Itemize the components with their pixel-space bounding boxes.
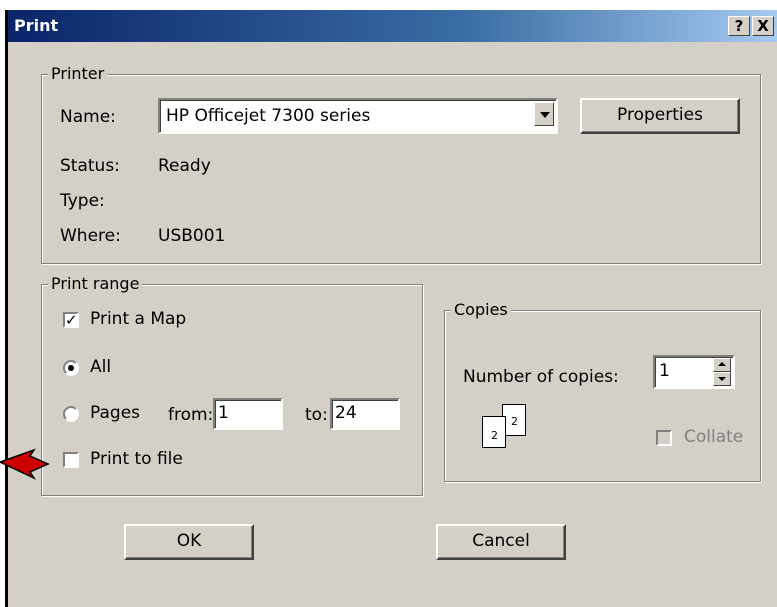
print-to-file-checkbox[interactable] <box>63 452 79 468</box>
status-value: Ready <box>158 156 211 176</box>
cancel-button[interactable]: Cancel <box>436 524 566 560</box>
page-icon-front: 2 <box>482 416 506 448</box>
collate-label[interactable]: Collate <box>684 427 743 447</box>
to-value: 24 <box>335 403 357 423</box>
help-button[interactable]: ? <box>728 16 750 36</box>
collate-checkbox[interactable] <box>656 430 672 446</box>
number-of-copies-label: Number of copies: <box>463 367 619 387</box>
printer-name-value: HP Officejet 7300 series <box>166 106 371 126</box>
properties-button[interactable]: Properties <box>580 98 740 134</box>
pages-radio[interactable] <box>63 406 79 422</box>
print-map-label[interactable]: Print a Map <box>90 309 186 329</box>
title-bar[interactable]: Print ? X <box>8 10 777 42</box>
pages-label[interactable]: Pages <box>90 403 140 423</box>
print-range-group-label: Print range <box>48 274 143 293</box>
printer-name-select[interactable]: HP Officejet 7300 series <box>158 98 558 134</box>
to-label: to: <box>305 405 328 425</box>
ok-button[interactable]: OK <box>124 524 254 560</box>
down-arrow-icon <box>718 377 726 381</box>
status-label: Status: <box>60 156 120 176</box>
spin-up-button[interactable] <box>713 358 731 372</box>
print-dialog: Print ? X Printer Name: HP Officejet 730… <box>5 10 777 607</box>
window-title: Print <box>14 16 59 35</box>
copies-value: 1 <box>659 361 670 381</box>
copies-spinner[interactable]: 1 <box>653 355 735 389</box>
type-label: Type: <box>60 191 105 211</box>
where-value: USB001 <box>158 226 226 246</box>
page-icon-number: 2 <box>511 415 518 428</box>
close-button[interactable]: X <box>752 16 774 36</box>
dropdown-button[interactable] <box>534 102 554 126</box>
spin-down-button[interactable] <box>713 372 731 386</box>
print-to-file-label[interactable]: Print to file <box>90 449 183 469</box>
up-arrow-icon <box>718 362 726 366</box>
annotation-arrow-icon <box>0 448 50 480</box>
where-label: Where: <box>60 226 121 246</box>
copies-group-label: Copies <box>451 300 511 319</box>
to-input[interactable]: 24 <box>330 398 400 430</box>
radio-dot <box>68 365 74 371</box>
print-map-checkbox[interactable]: ✓ <box>63 312 79 328</box>
name-label: Name: <box>60 107 116 127</box>
chevron-down-icon <box>540 112 550 118</box>
page-icon-number: 2 <box>491 429 498 442</box>
from-input[interactable]: 1 <box>213 398 283 430</box>
all-radio[interactable] <box>63 360 79 376</box>
printer-group-label: Printer <box>48 64 108 83</box>
all-label[interactable]: All <box>90 357 111 377</box>
from-value: 1 <box>218 403 229 423</box>
copies-group: Copies <box>444 300 761 482</box>
from-label: from: <box>168 405 214 425</box>
